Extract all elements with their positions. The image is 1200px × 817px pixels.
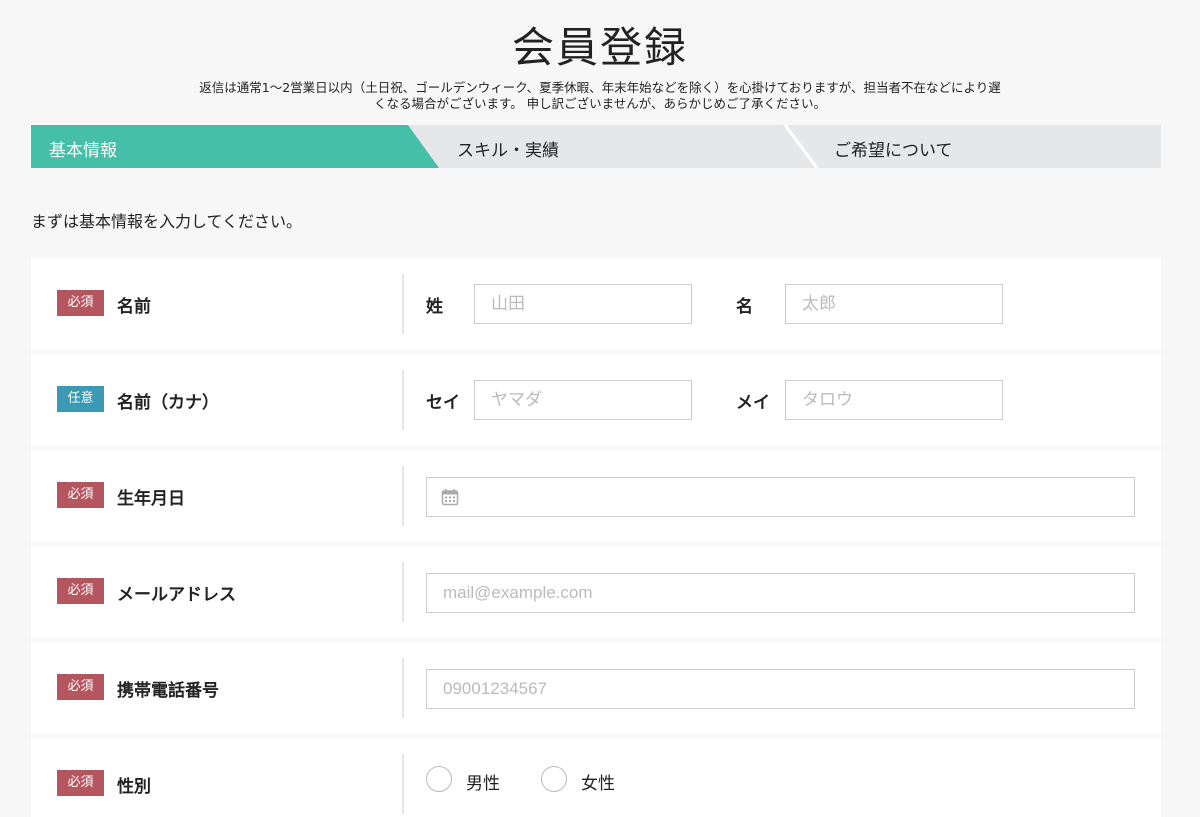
form-row-birthday: 必須 生年月日 <box>31 450 1161 542</box>
form-row-name: 必須 名前 姓 名 <box>31 258 1161 350</box>
name-label: 名前 <box>117 297 151 317</box>
last-kana-input[interactable] <box>474 380 692 420</box>
row-divider <box>402 466 404 526</box>
gender-female-radio[interactable] <box>541 766 567 792</box>
step-indicator-background <box>31 125 1161 168</box>
step-preferences[interactable]: ご希望について <box>834 136 953 161</box>
last-name-label: 姓 <box>426 297 443 317</box>
first-name-label: 名 <box>736 297 753 317</box>
row-divider <box>402 274 404 334</box>
phone-label: 携帯電話番号 <box>117 681 219 701</box>
row-divider <box>402 754 404 814</box>
form-row-phone: 必須 携帯電話番号 <box>31 642 1161 734</box>
row-divider <box>402 370 404 430</box>
gender-male-label[interactable]: 男性 <box>466 769 500 794</box>
email-input[interactable] <box>426 573 1135 613</box>
last-name-input[interactable] <box>474 284 692 324</box>
page-title: 会員登録 <box>511 23 688 72</box>
gender-female-label[interactable]: 女性 <box>581 769 615 794</box>
birthday-label: 生年月日 <box>117 489 185 509</box>
optional-badge: 任意 <box>57 386 104 412</box>
kana-label: 名前（カナ） <box>117 393 219 413</box>
form-row-email: 必須 メールアドレス <box>31 546 1161 638</box>
required-badge: 必須 <box>57 290 104 316</box>
phone-input[interactable] <box>426 669 1135 709</box>
required-badge: 必須 <box>57 482 104 508</box>
first-name-input[interactable] <box>785 284 1003 324</box>
notice-line-2: くなる場合がございます。 申し訳ございませんが、あらかじめご了承ください。 <box>373 96 827 111</box>
intro-text: まずは基本情報を入力してください。 <box>31 212 303 231</box>
notice-text: 返信は通常1〜2営業日以内（土日祝、ゴールデンウィーク、夏季休暇、年末年始などを… <box>170 80 1030 112</box>
form-row-gender: 必須 性別 男性 女性 <box>31 738 1161 817</box>
step-indicator: 基本情報 スキル・実績 ご希望について <box>31 125 1161 168</box>
gender-label: 性別 <box>117 777 151 797</box>
step-skills[interactable]: スキル・実績 <box>457 136 559 161</box>
required-badge: 必須 <box>57 674 104 700</box>
required-badge: 必須 <box>57 770 104 796</box>
first-kana-label: メイ <box>736 393 770 413</box>
birthday-input[interactable] <box>426 477 1135 517</box>
last-kana-label: セイ <box>426 393 460 413</box>
required-badge: 必須 <box>57 578 104 604</box>
first-kana-input[interactable] <box>785 380 1003 420</box>
row-divider <box>402 658 404 718</box>
notice-line-1: 返信は通常1〜2営業日以内（土日祝、ゴールデンウィーク、夏季休暇、年末年始などを… <box>199 80 1001 95</box>
step-basic-info[interactable]: 基本情報 <box>49 136 117 161</box>
gender-male-radio[interactable] <box>426 766 452 792</box>
row-divider <box>402 562 404 622</box>
form-row-kana: 任意 名前（カナ） セイ メイ <box>31 354 1161 446</box>
calendar-icon[interactable] <box>441 488 459 506</box>
email-label: メールアドレス <box>117 585 236 605</box>
